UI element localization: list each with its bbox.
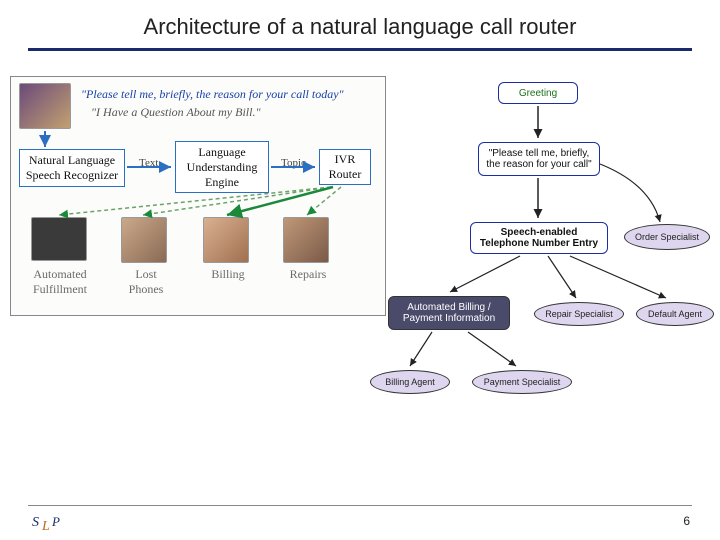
flow-billing-agent: Billing Agent bbox=[370, 370, 450, 394]
footer-divider bbox=[28, 505, 692, 506]
svg-text:P: P bbox=[51, 514, 60, 529]
flow-repair-specialist: Repair Specialist bbox=[534, 302, 624, 326]
left-panel: "Please tell me, briefly, the reason for… bbox=[10, 76, 386, 316]
label-text: Text bbox=[139, 157, 158, 169]
cap-lost: Lost Phones bbox=[111, 267, 181, 297]
flow-prompt: "Please tell me, briefly, the reason for… bbox=[478, 142, 600, 176]
box-ivr: IVR Router bbox=[319, 149, 371, 185]
flow-order-specialist: Order Specialist bbox=[624, 224, 710, 250]
box-nlsr: Natural Language Speech Recognizer bbox=[19, 149, 125, 187]
flow-greeting: Greeting bbox=[498, 82, 578, 104]
photo-automated bbox=[31, 217, 87, 261]
svg-text:L: L bbox=[41, 519, 50, 534]
cap-billing: Billing bbox=[193, 267, 263, 282]
title-divider bbox=[28, 48, 692, 51]
cap-repairs: Repairs bbox=[273, 267, 343, 282]
caller-reply-text: "I Have a Question About my Bill." bbox=[91, 105, 261, 120]
system-prompt-text: "Please tell me, briefly, the reason for… bbox=[81, 87, 344, 102]
page-number: 6 bbox=[683, 514, 690, 528]
photo-billing bbox=[203, 217, 249, 263]
flow-payment-specialist: Payment Specialist bbox=[472, 370, 572, 394]
svg-text:S: S bbox=[32, 515, 39, 530]
photo-repairs bbox=[283, 217, 329, 263]
diagram-stage: "Please tell me, briefly, the reason for… bbox=[0, 64, 720, 494]
flow-automated-billing: Automated Billing / Payment Information bbox=[388, 296, 510, 330]
flow-default-agent: Default Agent bbox=[636, 302, 714, 326]
slide-title: Architecture of a natural language call … bbox=[0, 0, 720, 48]
flow-sne: Speech-enabled Telephone Number Entry bbox=[470, 222, 608, 254]
label-topic: Topic bbox=[281, 157, 306, 169]
caller-photo bbox=[19, 83, 71, 129]
photo-lost bbox=[121, 217, 167, 263]
slp-logo: S L P bbox=[30, 512, 66, 534]
box-lue: Language Understanding Engine bbox=[175, 141, 269, 193]
cap-automated: Automated Fulfillment bbox=[25, 267, 95, 297]
